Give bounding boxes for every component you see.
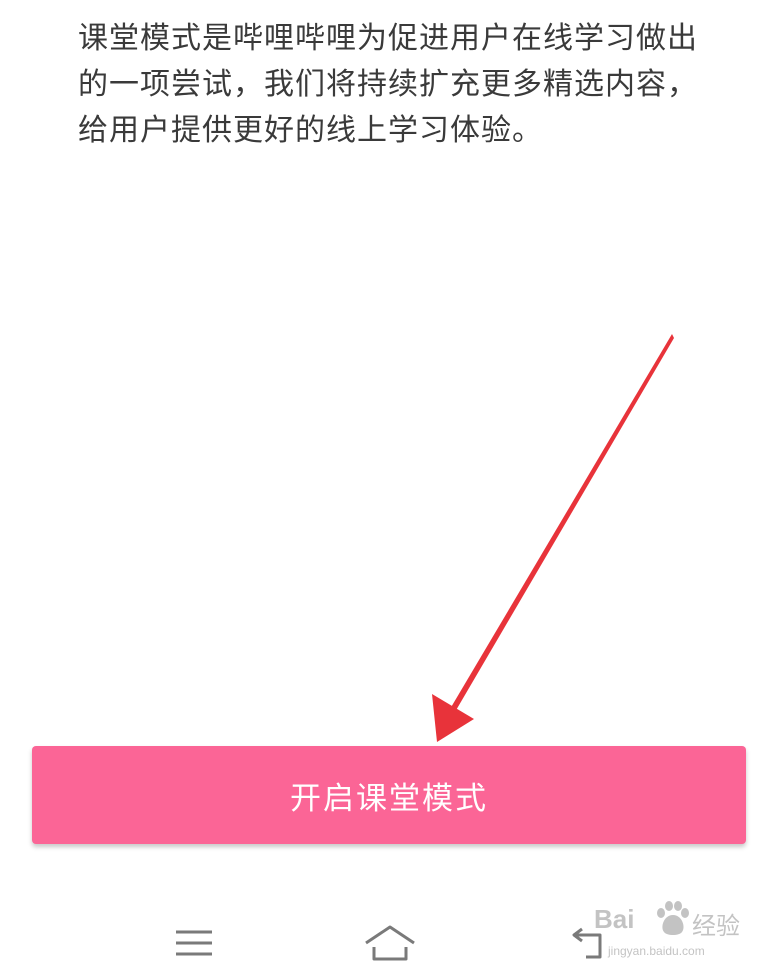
watermark-site-name: 经验: [692, 912, 740, 940]
watermark-brand: Bai: [594, 904, 635, 934]
menu-icon: [176, 930, 212, 956]
class-mode-description: 课堂模式是哔哩哔哩为促进用户在线学习做出的一项尝试，我们将持续扩充更多精选内容，…: [78, 21, 698, 148]
watermark-url: jingyan.baidu.com: [608, 944, 705, 958]
nav-menu-button[interactable]: [164, 918, 224, 968]
enable-class-mode-label: 开启课堂模式: [290, 780, 488, 817]
enable-class-mode-button[interactable]: 开启课堂模式: [32, 746, 746, 844]
nav-home-button[interactable]: [360, 918, 420, 968]
home-icon: [365, 925, 415, 961]
paw-logo-icon: [657, 901, 689, 935]
baidu-jingyan-watermark: Bai 经验 jingyan.baidu.com: [584, 896, 774, 974]
